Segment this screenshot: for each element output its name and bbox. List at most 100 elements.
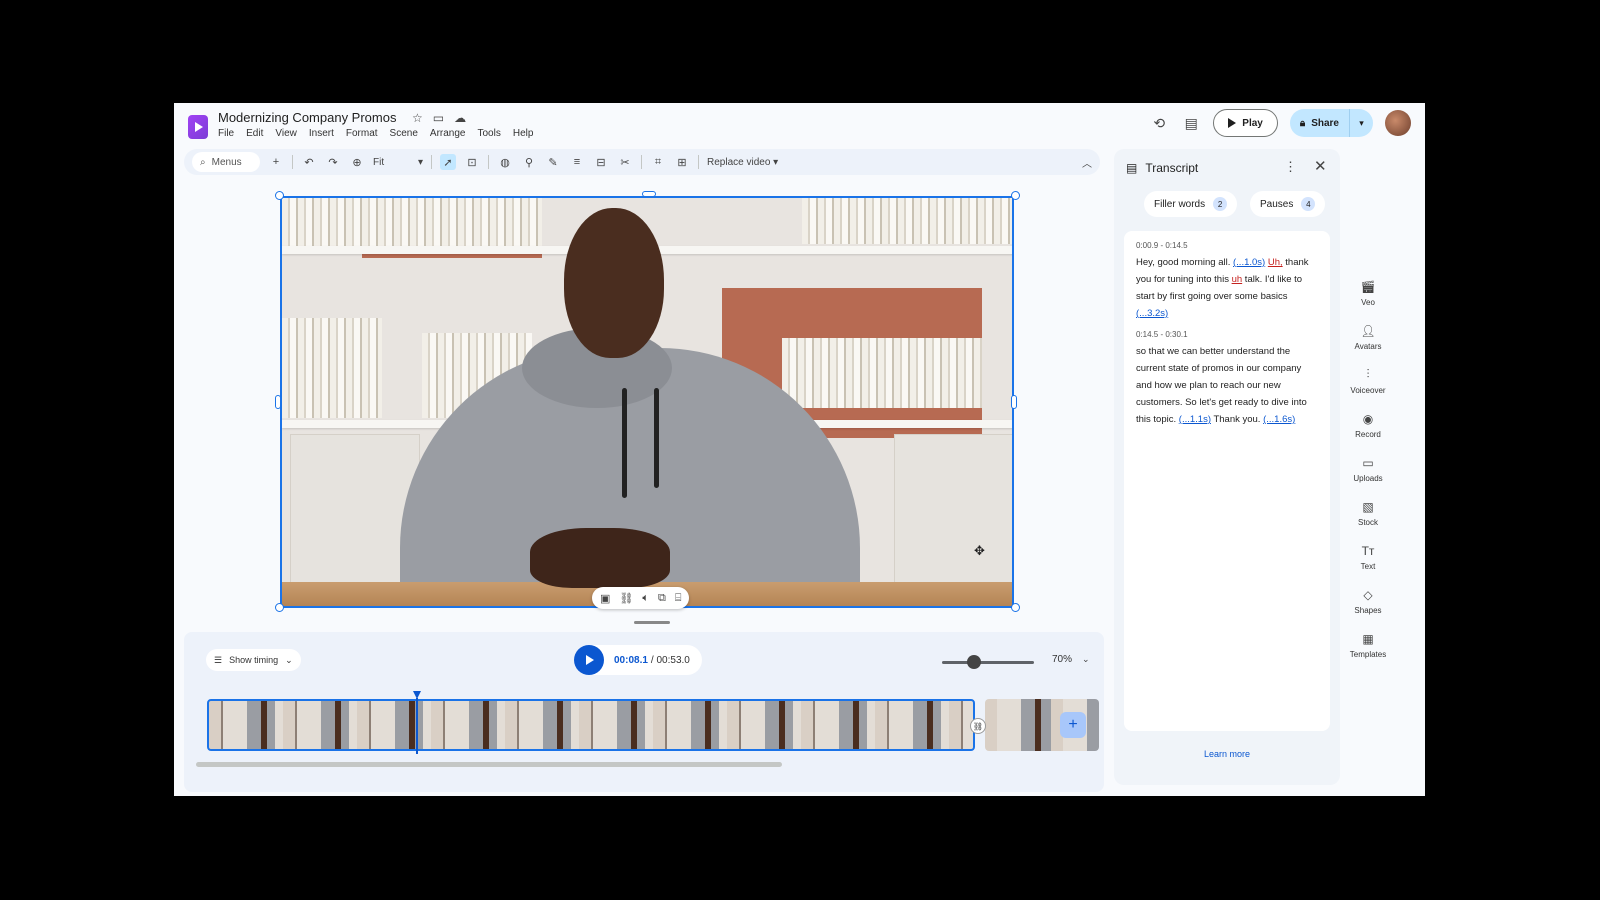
cloud-icon[interactable]: ☁ xyxy=(454,111,466,125)
rail-templates[interactable]: ▦ Templates xyxy=(1346,623,1390,667)
redo-icon[interactable]: ↷ xyxy=(325,154,341,170)
learn-more-link[interactable]: Learn more xyxy=(1114,749,1340,759)
pen-icon[interactable]: ✎ xyxy=(545,154,561,170)
menu-view[interactable]: View xyxy=(275,128,297,139)
paint-roller-icon[interactable]: ⌸ xyxy=(675,592,682,605)
rail-label: Shapes xyxy=(1354,605,1382,615)
rail-label: Record xyxy=(1355,429,1381,439)
segment-text[interactable]: Hey, good morning all. (...1.0s) Uh, tha… xyxy=(1136,254,1318,322)
app-logo-icon[interactable] xyxy=(188,115,208,139)
reset-image-icon[interactable]: ⊞ xyxy=(674,154,690,170)
link-icon[interactable]: ⛓ xyxy=(619,592,633,605)
menu-insert[interactable]: Insert xyxy=(309,128,334,139)
menus-search[interactable]: ⌕ Menus xyxy=(192,152,260,172)
rail-avatars[interactable]: 👤︎ Avatars xyxy=(1346,315,1390,359)
star-icon[interactable]: ☆ xyxy=(412,111,423,125)
rail-label: Avatars xyxy=(1354,341,1382,351)
add-icon[interactable]: + xyxy=(268,154,284,170)
zoom-slider-thumb[interactable] xyxy=(967,655,981,669)
cut-icon[interactable]: ✂ xyxy=(617,154,633,170)
close-icon[interactable]: ✕ xyxy=(1314,157,1327,175)
filler-word[interactable]: Uh, xyxy=(1268,257,1283,268)
replace-media-icon[interactable]: ⧉ xyxy=(658,592,666,605)
segment-text[interactable]: so that we can better understand the cur… xyxy=(1136,343,1318,428)
line-weight-icon[interactable]: ≡ xyxy=(569,154,585,170)
history-icon[interactable]: ⟲ xyxy=(1149,113,1169,133)
rail-voiceover[interactable]: ⫶ Voiceover xyxy=(1346,359,1390,403)
share-button[interactable]: 🔒︎ Share xyxy=(1290,109,1349,137)
replace-video-label: Replace video xyxy=(707,156,771,168)
resize-handle[interactable] xyxy=(275,395,281,409)
menu-help[interactable]: Help xyxy=(513,128,534,139)
folder-icon[interactable]: ▭ xyxy=(433,111,444,125)
menu-tools[interactable]: Tools xyxy=(477,128,500,139)
segment-time: 0:00.9 - 0:14.5 xyxy=(1136,241,1188,250)
resize-handle[interactable] xyxy=(1011,191,1020,200)
resize-handle[interactable] xyxy=(275,603,284,612)
menu-arrange[interactable]: Arrange xyxy=(430,128,466,139)
timeline-resize-handle[interactable] xyxy=(634,621,670,624)
video-clip-selected[interactable] xyxy=(207,699,975,751)
pause-marker[interactable]: (...3.2s) xyxy=(1136,308,1168,319)
captions-icon[interactable]: ▣ xyxy=(600,592,610,605)
transition-link-icon[interactable]: ⛓ xyxy=(970,718,986,734)
rail-record[interactable]: ◉ Record xyxy=(1346,403,1390,447)
select-cursor-icon[interactable]: ➚ xyxy=(440,154,456,170)
resize-handle[interactable] xyxy=(1011,603,1020,612)
toolbar: ⌕ Menus + ↶ ↷ ⊕ Fit ▾ ➚ ⊡ ◍ ⚲ ✎ ≡ ⊟ ✂ ⌗ … xyxy=(184,149,1100,175)
resize-handle[interactable] xyxy=(275,191,284,200)
pauses-chip[interactable]: Pauses 4 xyxy=(1250,191,1326,217)
rail-veo[interactable]: 🎬︎ Veo xyxy=(1346,271,1390,315)
video-canvas[interactable] xyxy=(280,196,1014,608)
comments-icon[interactable]: ▤ xyxy=(1181,113,1201,133)
crop-icon[interactable]: ⌗ xyxy=(650,154,666,170)
transcript-text: Thank you. xyxy=(1210,414,1264,425)
text-box-icon[interactable]: ⊡ xyxy=(464,154,480,170)
more-options-icon[interactable]: ⋮ xyxy=(1284,159,1297,175)
avatar[interactable] xyxy=(1385,110,1411,136)
fill-color-icon[interactable]: ◍ xyxy=(497,154,513,170)
volume-icon[interactable]: 🔈︎ xyxy=(642,592,649,605)
add-clip-button[interactable]: + xyxy=(1060,712,1086,738)
divider xyxy=(641,155,642,169)
rail-shapes[interactable]: ◇ Shapes xyxy=(1346,579,1390,623)
timing-icon: ☰ xyxy=(214,654,223,665)
resize-handle[interactable] xyxy=(642,191,656,197)
rail-uploads[interactable]: ▭ Uploads xyxy=(1346,447,1390,491)
filler-words-chip[interactable]: Filler words 2 xyxy=(1144,191,1238,217)
collapse-toolbar-icon[interactable]: ︿ xyxy=(1082,155,1092,170)
menu-edit[interactable]: Edit xyxy=(246,128,263,139)
pause-marker[interactable]: (...1.6s) xyxy=(1263,414,1295,425)
timeline-play-button[interactable] xyxy=(574,645,604,675)
paint-format-icon[interactable]: ⚲ xyxy=(521,154,537,170)
share-dropdown-icon[interactable]: ▾ xyxy=(1349,109,1373,137)
zoom-fit-select[interactable]: Fit ▾ xyxy=(373,157,423,168)
rail-stock[interactable]: ▧ Stock xyxy=(1346,491,1390,535)
menu-format[interactable]: Format xyxy=(346,128,378,139)
chevron-down-icon[interactable]: ⌄ xyxy=(1082,654,1090,665)
menu-file[interactable]: File xyxy=(218,128,234,139)
current-time: 00:08.1 xyxy=(614,654,648,666)
replace-video-button[interactable]: Replace video ▾ xyxy=(707,157,778,168)
pause-marker[interactable]: (...1.0s) xyxy=(1233,257,1265,268)
transcript-text: Hey, good morning all. xyxy=(1136,257,1233,268)
pause-marker[interactable]: (...1.1s) xyxy=(1179,414,1211,425)
play-button[interactable]: Play xyxy=(1213,109,1278,137)
menu-scene[interactable]: Scene xyxy=(390,128,418,139)
timeline-panel: ☰ Show timing ⌄ 00:08.1 / 00:53.0 70% ⌄ … xyxy=(184,632,1104,792)
show-timing-button[interactable]: ☰ Show timing ⌄ xyxy=(206,649,301,671)
undo-icon[interactable]: ↶ xyxy=(301,154,317,170)
bookshelf xyxy=(782,338,982,408)
resize-handle[interactable] xyxy=(1011,395,1017,409)
shapes-icon: ◇ xyxy=(1363,587,1373,602)
pauses-label: Pauses xyxy=(1260,198,1294,210)
border-dash-icon[interactable]: ⊟ xyxy=(593,154,609,170)
timeline-scrollbar[interactable] xyxy=(196,762,782,767)
doc-title[interactable]: Modernizing Company Promos xyxy=(218,110,396,125)
rail-text[interactable]: Tт Text xyxy=(1346,535,1390,579)
zoom-slider-track[interactable] xyxy=(942,661,1034,664)
zoom-icon[interactable]: ⊕ xyxy=(349,154,365,170)
filler-word[interactable]: uh xyxy=(1232,274,1243,285)
record-icon: ◉ xyxy=(1362,411,1374,426)
uploads-folder-icon: ▭ xyxy=(1362,455,1374,470)
